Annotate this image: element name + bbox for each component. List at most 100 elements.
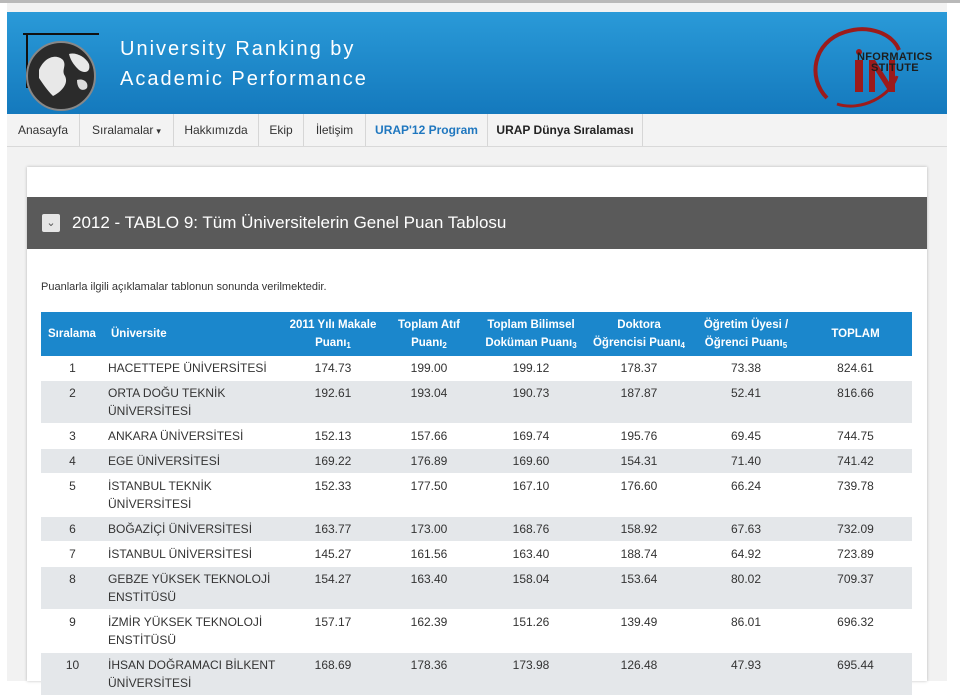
cell-atif: 193.04 <box>410 386 448 400</box>
cell-makale: 169.22 <box>314 454 352 468</box>
table-row: 2 ORTA DOĞU TEKNİK ÜNİVERSİTESİ 192.61 19… <box>41 380 912 424</box>
university-name-line: EGE ÜNİVERSİTESİ <box>108 454 221 468</box>
cell-rank: 10 <box>65 658 80 672</box>
collapse-toggle-icon[interactable]: ⌄ <box>42 214 60 232</box>
cell-university: HACETTEPE ÜNİVERSİTESİ <box>104 356 285 381</box>
university-name-line: HACETTEPE ÜNİVERSİTESİ <box>108 361 267 375</box>
cell-university: İSTANBUL ÜNİVERSİTESİ <box>104 542 285 567</box>
cell-ogretim: 47.93 <box>730 658 762 672</box>
table-row: 3 ANKARA ÜNİVERSİTESİ 152.13 157.66 169.… <box>41 423 912 449</box>
cell-university: İZMİR YÜKSEK TEKNOLOJİ ENSTİTÜSÜ <box>104 610 285 653</box>
column-header-dokuman-line2: Doküman Puanı <box>485 336 573 349</box>
column-header-atif[interactable]: Toplam Atıf Puanı2 <box>381 312 477 356</box>
column-header-ogretim[interactable]: Öğretim Üyesi / Öğrenci Puanı5 <box>693 312 799 356</box>
nav-item-hakkimizda[interactable]: Hakkımızda <box>174 114 259 146</box>
column-header-doktora[interactable]: Doktora Öğrencisi Puanı4 <box>585 312 693 356</box>
cell-toplam: 696.32 <box>837 615 874 629</box>
site-header: University Ranking by Academic Performan… <box>7 12 947 114</box>
footnote-marker: 4 <box>680 340 685 350</box>
cell-atif: 199.00 <box>410 361 448 375</box>
column-header-rank[interactable]: Sıralama <box>41 312 104 356</box>
cell-rank: 2 <box>69 386 76 400</box>
column-header-university[interactable]: Üniversite <box>104 312 285 356</box>
column-header-doktora-line2: Öğrencisi Puanı <box>592 336 681 349</box>
university-name-line: İZMİR YÜKSEK TEKNOLOJİ <box>108 615 263 629</box>
site-title[interactable]: University Ranking by Academic Performan… <box>120 34 368 94</box>
main-navigation: Anasayfa Sıralamalar ▾ Hakkımızda Ekip İl… <box>7 114 947 147</box>
cell-doktora: 139.49 <box>620 615 658 629</box>
cell-toplam: 723.89 <box>837 547 874 561</box>
nav-item-siralamalar-label: Sıralamalar <box>92 123 154 137</box>
page-right-margin <box>947 3 960 681</box>
cell-doktora: 176.60 <box>620 479 658 493</box>
cell-dokuman: 168.76 <box>512 522 550 536</box>
table-note: Puanlarla ilgili açıklamalar tablonun so… <box>41 281 327 293</box>
cell-rank: 3 <box>69 429 76 443</box>
cell-university: İSTANBUL TEKNİK ÜNİVERSİTESİ <box>104 474 285 517</box>
cell-ogretim: 67.63 <box>730 522 762 536</box>
cell-makale: 145.27 <box>314 547 352 561</box>
table-row: 10 İHSAN DOĞRAMACI BİLKENT ÜNİVERSİTESİ 1… <box>41 652 912 696</box>
institute-name: NFORMATICS STITUTE <box>857 52 933 74</box>
cell-ogretim: 69.45 <box>730 429 762 443</box>
cell-makale: 152.13 <box>314 429 352 443</box>
cell-ogretim: 86.01 <box>730 615 762 629</box>
cell-dokuman: 163.40 <box>512 547 550 561</box>
cell-doktora: 188.74 <box>620 547 658 561</box>
university-name-line: ANKARA ÜNİVERSİTESİ <box>108 429 244 443</box>
cell-doktora: 154.31 <box>620 454 658 468</box>
page-left-margin <box>0 3 7 681</box>
globe-logo-icon[interactable] <box>17 26 107 116</box>
cell-rank: 9 <box>69 615 76 629</box>
nav-item-anasayfa[interactable]: Anasayfa <box>7 114 80 146</box>
cell-ogretim: 71.40 <box>730 454 762 468</box>
cell-makale: 168.69 <box>314 658 352 672</box>
cell-university: GEBZE YÜKSEK TEKNOLOJİ ENSTİTÜSÜ <box>104 567 285 610</box>
university-name-line: ÜNİVERSİTESİ <box>108 497 192 511</box>
university-name-line: ÜNİVERSİTESİ <box>108 404 192 418</box>
cell-toplam: 816.66 <box>837 386 874 400</box>
nav-item-siralamalar[interactable]: Sıralamalar ▾ <box>80 114 174 146</box>
cell-doktora: 153.64 <box>620 572 658 586</box>
cell-rank: 1 <box>69 361 76 375</box>
column-header-doktora-line1: Doktora <box>617 318 661 331</box>
cell-ogretim: 52.41 <box>730 386 762 400</box>
table-row: 5 İSTANBUL TEKNİK ÜNİVERSİTESİ 152.33 177… <box>41 473 912 517</box>
cell-atif: 157.66 <box>410 429 448 443</box>
cell-university: ANKARA ÜNİVERSİTESİ <box>104 424 285 449</box>
cell-dokuman: 199.12 <box>512 361 550 375</box>
cell-ogretim: 80.02 <box>730 572 762 586</box>
nav-item-iletisim[interactable]: İletişim <box>304 114 366 146</box>
cell-toplam: 732.09 <box>837 522 874 536</box>
cell-ogretim: 73.38 <box>730 361 762 375</box>
column-header-ogretim-line1: Öğretim Üyesi / <box>703 318 789 331</box>
nav-item-ekip[interactable]: Ekip <box>259 114 304 146</box>
cell-makale: 192.61 <box>314 386 352 400</box>
cell-makale: 163.77 <box>314 522 352 536</box>
cell-doktora: 126.48 <box>620 658 658 672</box>
cell-rank: 5 <box>69 479 76 493</box>
university-name-line: İSTANBUL TEKNİK <box>108 479 212 493</box>
cell-toplam: 744.75 <box>837 429 874 443</box>
cell-ogretim: 66.24 <box>730 479 762 493</box>
cell-university: İHSAN DOĞRAMACI BİLKENT ÜNİVERSİTESİ <box>104 653 285 696</box>
table-row: 1 HACETTEPE ÜNİVERSİTESİ 174.73 199.00 1… <box>41 356 912 381</box>
table-row: 7 İSTANBUL ÜNİVERSİTESİ 145.27 161.56 16… <box>41 541 912 567</box>
column-header-makale[interactable]: 2011 Yılı Makale Puanı1 <box>285 312 381 356</box>
cell-dokuman: 158.04 <box>512 572 550 586</box>
cell-atif: 161.56 <box>410 547 448 561</box>
cell-rank: 4 <box>69 454 76 468</box>
nav-item-urap-dunya-siralamasi[interactable]: URAP Dünya Sıralaması <box>488 114 643 146</box>
cell-makale: 157.17 <box>314 615 352 629</box>
column-header-dokuman[interactable]: Toplam Bilimsel Doküman Puanı3 <box>477 312 585 356</box>
nav-item-urap12-program[interactable]: URAP'12 Program <box>366 114 488 146</box>
cell-dokuman: 169.74 <box>512 429 550 443</box>
column-header-makale-line2: Puanı <box>315 336 347 349</box>
footnote-marker: 3 <box>572 340 577 350</box>
page-title: 2012 - TABLO 9: Tüm Üniversitelerin Gene… <box>72 213 507 232</box>
cell-rank: 7 <box>69 547 76 561</box>
table-row: 9 İZMİR YÜKSEK TEKNOLOJİ ENSTİTÜSÜ 157.17… <box>41 609 912 653</box>
cell-makale: 152.33 <box>314 479 352 493</box>
cell-doktora: 158.92 <box>620 522 658 536</box>
column-header-toplam[interactable]: TOPLAM <box>799 312 912 356</box>
